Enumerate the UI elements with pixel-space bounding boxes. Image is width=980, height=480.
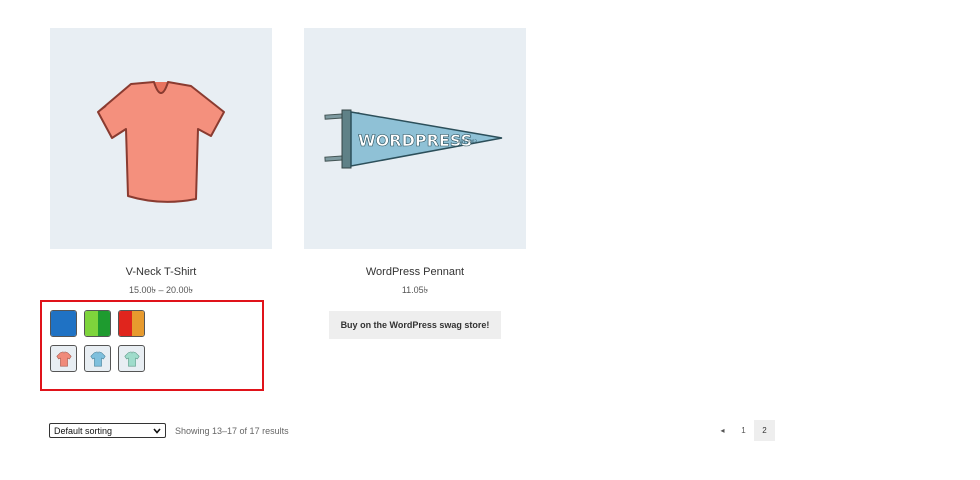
product-title[interactable]: WordPress Pennant	[304, 265, 526, 279]
product-image-vneck[interactable]	[50, 28, 272, 249]
product-image-pennant[interactable]: WORDPRESS EST 2003	[304, 28, 526, 249]
pennant-illustration-icon: WORDPRESS EST 2003	[324, 109, 503, 168]
pennant-small-text: EST 2003	[458, 139, 477, 144]
color-swatch-red-orange[interactable]	[118, 310, 145, 337]
buy-on-swag-store-button[interactable]: Buy on the WordPress swag store!	[328, 311, 502, 339]
chevron-down-icon	[153, 427, 161, 434]
previous-page-icon[interactable]: ◂	[712, 420, 733, 441]
image-swatch-mint-shirt[interactable]	[118, 345, 145, 372]
result-count: Showing 13–17 of 17 results	[175, 425, 289, 436]
image-swatch-row	[50, 345, 145, 372]
color-swatch-green[interactable]	[84, 310, 111, 337]
blue-shirt-icon	[89, 350, 106, 366]
tshirt-illustration-icon	[97, 80, 225, 203]
pennant-text: WORDPRESS	[358, 131, 472, 150]
page-link-1[interactable]: 1	[733, 420, 754, 441]
sort-select[interactable]: Default sorting	[49, 423, 166, 438]
mint-shirt-icon	[123, 350, 140, 366]
product-price: 11.05৳	[401, 285, 429, 295]
product-card-pennant: WORDPRESS EST 2003 WordPress Pennant 11.…	[304, 28, 526, 339]
color-swatch-row	[50, 310, 145, 337]
page-current-2: 2	[754, 420, 775, 441]
product-title[interactable]: V-Neck T-Shirt	[50, 265, 272, 279]
sort-select-value: Default sorting	[54, 425, 113, 436]
red-shirt-icon	[55, 350, 72, 366]
pagination: ◂ 1 2	[712, 420, 775, 441]
color-swatch-blue[interactable]	[50, 310, 77, 337]
image-swatch-red-shirt[interactable]	[50, 345, 77, 372]
product-price: 15.00৳ – 20.00৳	[128, 285, 193, 295]
image-swatch-blue-shirt[interactable]	[84, 345, 111, 372]
sorting-bar: Default sorting Showing 13–17 of 17 resu…	[49, 423, 289, 438]
product-card-vneck: V-Neck T-Shirt 15.00৳ – 20.00৳	[50, 28, 272, 296]
